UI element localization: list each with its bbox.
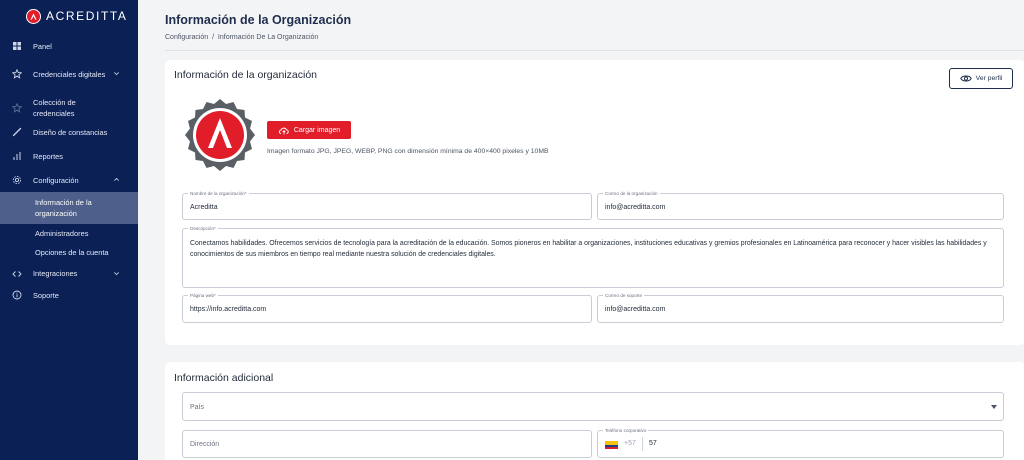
upload-image-label: Cargar imagen [293,126,341,134]
view-profile-button[interactable]: Ver perfil [949,68,1013,89]
grid-icon [12,41,22,51]
org-name-field[interactable]: Nombre de la organización* Acreditta [182,190,592,220]
card-title: Información adicional [174,372,274,384]
sidebar-subitem-info-organizacion[interactable]: Información de la organización [0,192,138,224]
view-profile-label: Ver perfil [975,75,1003,82]
description-value: Conectamos habilidades. Ofrecemos servic… [190,240,987,258]
sidebar-item-soporte[interactable]: Soporte [0,288,138,302]
sidebar: ACREDITTA Panel Credenciales digitales C… [0,0,138,460]
star-outline-icon [12,103,22,113]
org-email-field[interactable]: Correo de la organización info@acreditta… [597,190,1004,220]
sidebar-item-label: Integraciones [33,269,78,278]
field-label: Correo de la organización [603,190,660,197]
breadcrumb: Configuración / Información De La Organi… [165,34,319,41]
gear-icon [12,175,22,185]
sidebar-item-integraciones[interactable]: Integraciones [0,263,138,284]
main-content: Información de la Organización Configura… [138,0,1024,460]
divider [165,50,1024,51]
page-title: Información de la Organización [165,13,352,27]
phone-field[interactable]: Teléfono corporativo +57 57 [597,427,1004,458]
sidebar-subitem-administradores[interactable]: Administradores [0,224,138,242]
caret-down-icon [991,404,997,409]
address-field[interactable]: Dirección [182,430,592,458]
sidebar-item-label: Configuración [33,175,79,185]
code-icon [12,269,22,279]
acreditta-logo-icon [26,8,41,24]
chevron-up-icon [114,177,119,181]
sidebar-item-diseno[interactable]: Diseño de constancias [0,125,138,139]
brand-logo[interactable]: ACREDITTA [0,0,138,32]
sidebar-item-label: Reportes [33,151,63,161]
org-name-value: Acreditta [190,204,218,211]
chevron-down-icon [114,271,119,275]
country-placeholder: País [190,404,205,411]
field-label: Nombre de la organización* [188,190,249,197]
card-title: Información de la organización [174,69,318,81]
divider [642,437,643,451]
org-info-card: Información de la organización Ver perfi… [165,60,1024,345]
bar-chart-icon [12,151,22,161]
brand-name: ACREDITTA [46,9,128,23]
sidebar-subitem-label: Información de la organización [35,198,92,218]
sidebar-item-label: Soporte [33,290,59,300]
additional-info-card: Información adicional País Dirección Tel… [165,362,1024,460]
upload-image-button[interactable]: Cargar imagen [267,121,351,139]
sidebar-item-credenciales[interactable]: Credenciales digitales [0,62,138,86]
info-icon [12,290,22,300]
description-field[interactable]: Descripción* Conectamos habilidades. Ofr… [182,225,1004,288]
sidebar-subitem-label: Administradores [35,228,89,238]
brush-icon [12,127,22,137]
org-email-value: info@acreditta.com [605,204,666,211]
sidebar-item-reportes[interactable]: Reportes [0,149,138,163]
field-label: Descripción* [188,225,218,232]
sidebar-item-panel[interactable]: Panel [0,39,138,53]
dial-code: +57 [624,440,636,447]
country-select[interactable]: País [182,392,1004,421]
support-email-value: info@acreditta.com [605,306,666,313]
field-label: Correo de soporte [603,292,645,299]
sidebar-item-label: Credenciales digitales [33,69,106,79]
support-email-field[interactable]: Correo de soporte info@acreditta.com [597,292,1004,323]
sidebar-item-coleccion[interactable]: Colección de credenciales [0,96,138,120]
field-label: Página web* [188,292,218,299]
website-value: https://info.acreditta.com [190,306,267,313]
image-format-hint: Imagen formato JPG, JPEG, WEBP, PNG con … [267,148,549,155]
sidebar-item-label: Diseño de constancias [33,127,108,137]
star-icon [12,69,22,79]
eye-icon [959,75,972,82]
sidebar-subitem-opciones-cuenta[interactable]: Opciones de la cuenta [0,242,138,263]
organization-logo-image[interactable] [183,98,257,172]
field-label: Teléfono corporativo [603,427,649,434]
sidebar-subitem-label: Opciones de la cuenta [35,248,109,257]
sidebar-item-configuracion[interactable]: Configuración [0,173,138,187]
chevron-down-icon [114,72,119,76]
sidebar-item-label: Colección de credenciales [33,98,76,118]
address-placeholder: Dirección [190,441,220,448]
sidebar-item-label: Panel [33,41,52,51]
website-field[interactable]: Página web* https://info.acreditta.com [182,292,592,323]
phone-value: 57 [649,440,657,447]
cloud-upload-icon [278,127,289,134]
colombia-flag-icon[interactable] [605,441,618,449]
